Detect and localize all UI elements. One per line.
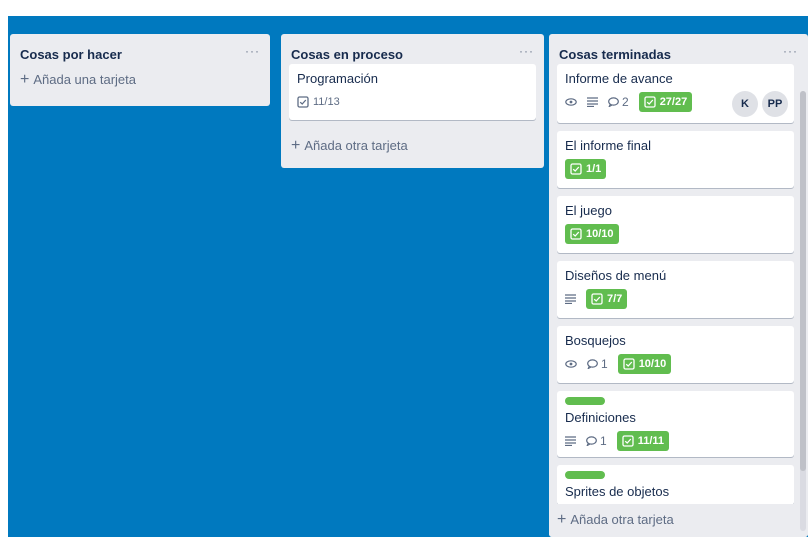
checklist-icon	[570, 163, 582, 175]
plus-icon: +	[557, 510, 567, 528]
list-menu-icon[interactable]: ···	[783, 44, 798, 58]
card-badges: 1 11/11	[565, 431, 786, 451]
top-strip-mark	[296, 6, 424, 16]
checklist-badge: 27/27	[638, 92, 693, 112]
eye-icon	[565, 97, 577, 107]
checklist-count: 27/27	[659, 96, 688, 108]
comment-icon	[587, 359, 598, 369]
comment-count: 2	[622, 95, 629, 109]
list-menu-icon[interactable]: ···	[519, 44, 534, 58]
list-header: Cosas terminadas ···	[549, 34, 808, 64]
checklist-count: 11/13	[313, 96, 340, 108]
checklist-icon	[644, 96, 656, 108]
checklist-badge: 11/13	[297, 92, 340, 112]
card-badges: 1 10/10	[565, 354, 786, 374]
checklist-count: 11/11	[637, 435, 665, 447]
scrollbar-thumb[interactable]	[800, 91, 806, 471]
add-card-button[interactable]: + Añada otra tarjeta	[549, 504, 808, 537]
card-definiciones[interactable]: Definiciones 1 11/11	[557, 391, 794, 457]
top-strip	[0, 0, 808, 16]
avatar[interactable]: PP	[762, 91, 788, 117]
add-card-button[interactable]: + Añada una tarjeta	[10, 64, 270, 95]
card-badges: 10/10	[565, 224, 786, 244]
plus-icon: +	[20, 70, 30, 88]
card-title: Diseños de menú	[565, 268, 667, 283]
description-icon	[565, 436, 576, 446]
add-card-label: Añada otra tarjeta	[570, 512, 674, 527]
card-bosquejos[interactable]: Bosquejos 1 10/10	[557, 326, 794, 383]
card-title: Programación	[297, 71, 378, 86]
list-header: Cosas por hacer ···	[10, 34, 270, 64]
comment-icon	[608, 97, 619, 107]
card-title: Bosquejos	[565, 333, 626, 348]
checklist-badge: 1/1	[565, 159, 607, 179]
checklist-count: 10/10	[638, 358, 667, 370]
description-icon	[565, 294, 576, 304]
card-sprites-de-objetos[interactable]: Sprites de objetos	[557, 465, 794, 505]
list-done: Cosas terminadas ··· Informe de avance 2	[549, 34, 808, 537]
list-title[interactable]: Cosas en proceso	[291, 47, 403, 62]
avatar[interactable]: K	[732, 91, 758, 117]
list-title[interactable]: Cosas terminadas	[559, 47, 671, 62]
checklist-icon	[623, 358, 635, 370]
card-title: Informe de avance	[565, 71, 673, 86]
list-header: Cosas en proceso ···	[281, 34, 544, 64]
card-title: El juego	[565, 203, 612, 218]
list-title[interactable]: Cosas por hacer	[20, 47, 122, 62]
checklist-count: 1/1	[586, 163, 602, 175]
card-el-informe-final[interactable]: El informe final 1/1	[557, 131, 794, 188]
comment-badge: 2	[608, 95, 629, 109]
comment-badge: 1	[586, 434, 607, 448]
checklist-icon	[297, 96, 309, 108]
checklist-count: 7/7	[607, 293, 623, 305]
list-menu-icon[interactable]: ···	[245, 44, 260, 58]
card-programacion[interactable]: Programación 11/13	[289, 64, 536, 120]
checklist-badge: 11/11	[616, 431, 670, 451]
card-disenos-de-menu[interactable]: Diseños de menú 7/7	[557, 261, 794, 318]
label-green[interactable]	[565, 397, 605, 405]
comment-badge: 1	[587, 357, 608, 371]
checklist-icon	[570, 228, 582, 240]
eye-icon	[565, 359, 577, 369]
comment-count: 1	[600, 434, 607, 448]
checklist-badge: 10/10	[565, 224, 619, 244]
comment-icon	[586, 436, 597, 446]
checklist-badge: 7/7	[586, 289, 628, 309]
checklist-count: 10/10	[586, 228, 614, 240]
comment-count: 1	[601, 357, 608, 371]
list-todo: Cosas por hacer ··· + Añada una tarjeta	[10, 34, 270, 106]
card-badges: 1/1	[565, 159, 786, 179]
list-scrollbar[interactable]	[800, 91, 806, 531]
checklist-icon	[622, 435, 634, 447]
card-title: El informe final	[565, 138, 651, 153]
add-card-label: Añada una tarjeta	[33, 72, 136, 87]
add-card-button[interactable]: + Añada otra tarjeta	[281, 128, 544, 161]
list-in-progress: Cosas en proceso ··· Programación 11/13 …	[281, 34, 544, 168]
plus-icon: +	[291, 136, 301, 154]
label-green[interactable]	[565, 471, 605, 479]
checklist-badge: 10/10	[617, 354, 672, 374]
card-badges: 7/7	[565, 289, 786, 309]
card-badges: 11/13	[297, 92, 528, 112]
card-title: Sprites de objetos	[565, 484, 670, 499]
card-members: K PP	[728, 91, 788, 117]
checklist-icon	[591, 293, 603, 305]
card-informe-de-avance[interactable]: Informe de avance 2 27/27 K PP	[557, 64, 794, 123]
board: Cosas por hacer ··· + Añada una tarjeta …	[8, 16, 808, 537]
add-card-label: Añada otra tarjeta	[304, 138, 408, 153]
card-title: Definiciones	[565, 410, 636, 425]
card-el-juego[interactable]: El juego 10/10	[557, 196, 794, 253]
description-icon	[587, 97, 598, 107]
